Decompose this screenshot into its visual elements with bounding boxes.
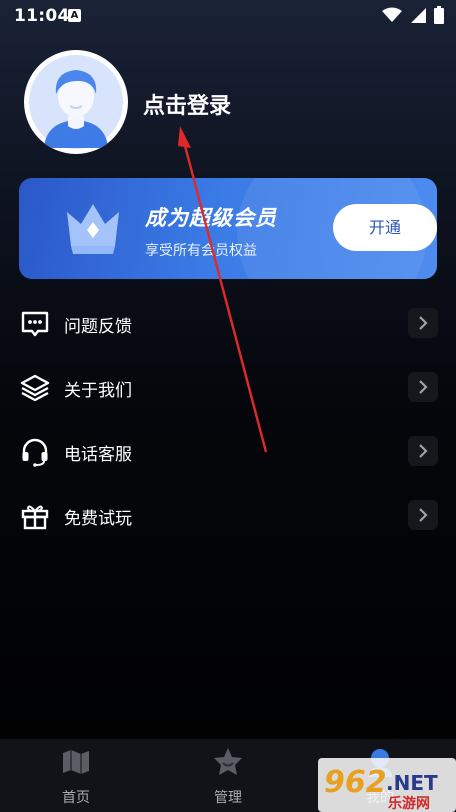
user-avatar-icon — [29, 55, 123, 149]
watermark-site: 乐游网 — [388, 795, 430, 812]
activate-button[interactable]: 开通 — [333, 204, 437, 251]
vip-banner[interactable]: 成为超级会员 享受所有会员权益 开通 — [19, 178, 437, 279]
crown-icon — [67, 204, 119, 254]
status-bar: 11:04 A — [0, 0, 456, 32]
status-time: 11:04 — [14, 6, 70, 26]
menu-label: 免费试玩 — [64, 509, 132, 529]
vip-subtitle: 享受所有会员权益 — [145, 243, 257, 259]
headset-icon — [22, 438, 48, 467]
signal-icon — [411, 8, 426, 23]
menu-label: 问题反馈 — [64, 317, 132, 337]
login-link[interactable]: 点击登录 — [143, 88, 231, 120]
menu-item-about[interactable]: 关于我们 — [0, 355, 456, 419]
menu-item-feedback[interactable]: 问题反馈 — [0, 291, 456, 355]
nav-label: 首页 — [62, 790, 90, 806]
notification-a-icon: A — [68, 9, 81, 22]
watermark-number: 962 — [324, 765, 387, 800]
map-icon — [63, 750, 89, 774]
vip-title: 成为超级会员 — [145, 206, 277, 230]
nav-item-home[interactable]: 首页 — [26, 739, 126, 812]
gift-icon — [21, 505, 49, 530]
menu-item-phone-support[interactable]: 电话客服 — [0, 419, 456, 483]
avatar[interactable] — [24, 50, 128, 154]
battery-icon — [434, 6, 444, 24]
menu-label: 电话客服 — [64, 445, 132, 465]
chat-dots-icon — [21, 311, 49, 337]
watermark-graphic: 962 .NET 乐游网 — [318, 758, 456, 812]
watermark-suffix: .NET — [386, 771, 438, 795]
nav-item-manage[interactable]: 管理 — [178, 739, 278, 812]
chevron-right-icon — [408, 436, 438, 466]
chevron-right-icon — [408, 372, 438, 402]
chevron-right-icon — [408, 500, 438, 530]
chevron-right-icon — [408, 308, 438, 338]
nav-label: 管理 — [214, 790, 242, 806]
menu-item-free-trial[interactable]: 免费试玩 — [0, 483, 456, 547]
wifi-icon — [382, 7, 402, 22]
menu-label: 关于我们 — [64, 381, 132, 401]
layers-icon — [20, 374, 50, 402]
menu-list: 问题反馈 关于我们 电话客服 免费试玩 — [0, 291, 456, 547]
watermark-logo: 962 .NET 乐游网 — [318, 758, 456, 812]
star-smile-icon — [214, 748, 242, 775]
status-icons — [382, 6, 444, 24]
